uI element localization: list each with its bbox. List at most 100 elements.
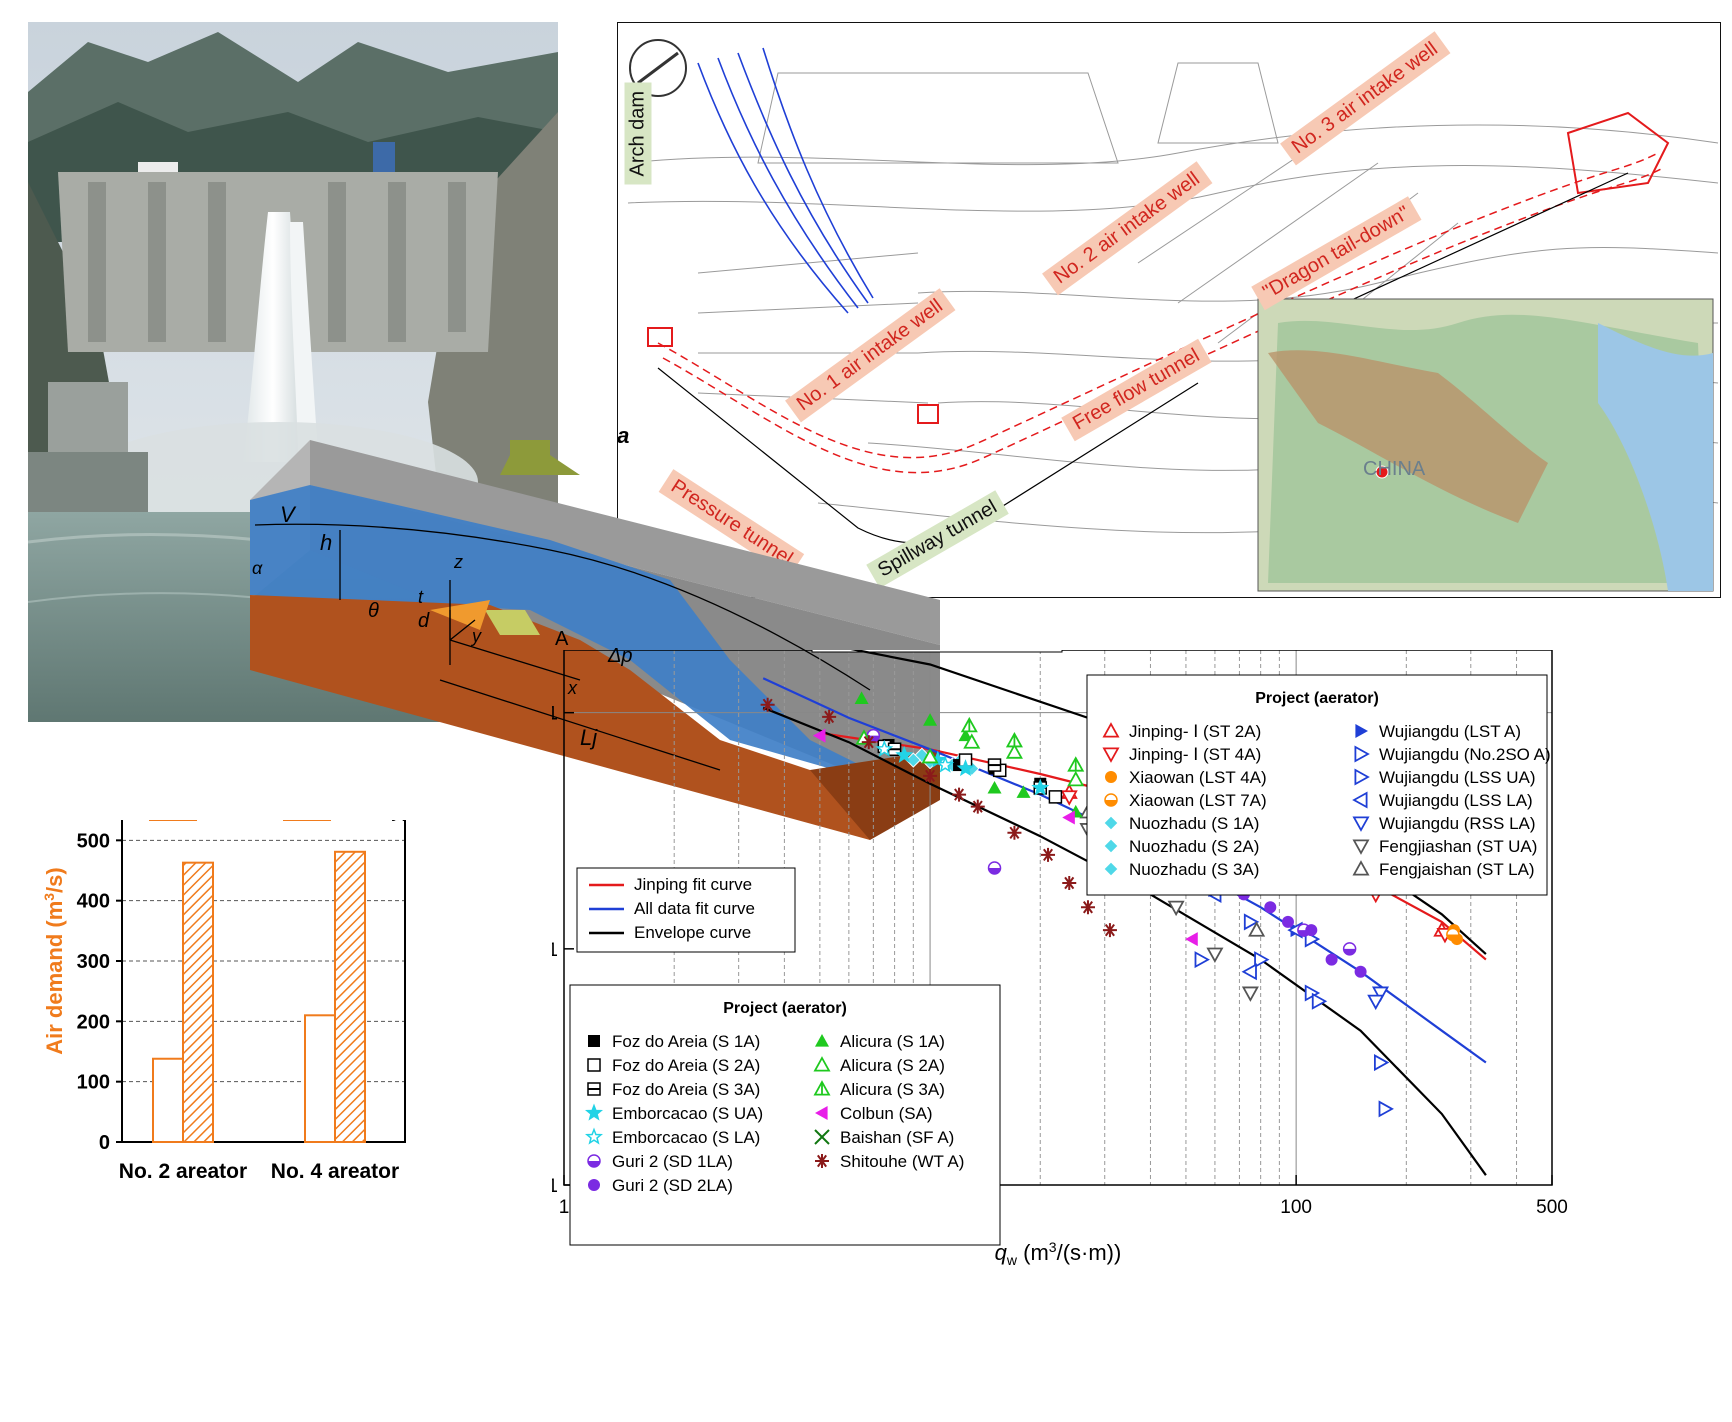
curves-legend-label: All data fit curve — [634, 899, 755, 918]
legend-entry: Wujiangdu (LST A) — [1379, 722, 1521, 741]
legend-entry: Foz do Areia (S 1A) — [612, 1032, 760, 1051]
data-point — [1062, 810, 1075, 825]
legend-entry: Xiaowan (LST 7A) — [1129, 791, 1267, 810]
data-point — [1005, 731, 1023, 748]
data-point — [1305, 924, 1318, 937]
scatter-ytick-label: 0.1 — [552, 940, 558, 961]
scatter-xlabel: qw (m3/(s·m)) — [995, 1239, 1122, 1268]
xlabel-sup: 3 — [1049, 1239, 1057, 1255]
data-point — [587, 1082, 601, 1096]
legend-entry: Emborcacao (S LA) — [612, 1128, 760, 1147]
depth-label: h — [320, 530, 333, 555]
data-point — [861, 735, 876, 750]
data-point — [1281, 915, 1294, 928]
legend-entry: Alicura (S 3A) — [840, 1080, 945, 1099]
legend-entry: Foz do Areia (S 3A) — [612, 1080, 760, 1099]
bar-ytick-label: 400 — [77, 891, 110, 913]
bar-ytick-label: 500 — [77, 830, 110, 852]
legend-entry: Guri 2 (SD 1LA) — [612, 1152, 733, 1171]
data-point — [960, 716, 978, 733]
bar-model — [304, 1014, 336, 1143]
d-label: d — [418, 610, 430, 632]
legend-entry: Wujiangdu (RSS LA) — [1379, 814, 1536, 833]
data-point — [760, 697, 775, 712]
data-point — [588, 1035, 600, 1047]
legend-entry: Jinping- Ⅰ (ST 2A) — [1129, 722, 1261, 741]
data-point — [1067, 756, 1085, 772]
bar-chart-svg: 0100200300400500600No. 2 areatorNo. 4 ar… — [41, 770, 424, 1183]
data-point — [588, 1179, 600, 1191]
ylabel-sup: 3 — [41, 893, 57, 901]
data-point — [1062, 876, 1077, 891]
arch-dam-label: Arch dam — [624, 82, 652, 185]
data-point — [815, 1154, 829, 1168]
data-point — [1264, 901, 1277, 914]
data-point — [987, 758, 1002, 772]
legend-entry: Xiaowan (LST 4A) — [1129, 768, 1267, 787]
bar-ytick-label: 100 — [77, 1072, 110, 1094]
data-point — [1048, 790, 1063, 804]
legend-entry: Jinping- Ⅰ (ST 4A) — [1129, 745, 1261, 764]
china-label: CHINA — [1363, 458, 1426, 480]
curves-legend-label: Jinping fit curve — [634, 875, 752, 894]
legend-entry: Wujiangdu (LSS UA) — [1379, 768, 1536, 787]
velocity-label: V — [280, 502, 295, 527]
legend-prototype-label: Prototype — [338, 820, 424, 822]
legend-entry: Nuozhadu (S 2A) — [1129, 837, 1259, 856]
bar-ytick-label: 200 — [77, 1011, 110, 1033]
legend-entry: Fengjiashan (ST UA) — [1379, 837, 1537, 856]
legend-entry: Fengjaishan (ST LA) — [1379, 860, 1535, 879]
scatter-ytick-label: 0.01 — [552, 1176, 558, 1197]
theta-label: θ — [368, 600, 379, 622]
legend-entry: Nuozhadu (S 1A) — [1129, 814, 1259, 833]
data-point — [987, 780, 1002, 794]
bar-category-label: No. 4 areator — [271, 1160, 399, 1183]
data-point — [1102, 923, 1117, 938]
bar-plot: 0100200300400500600No. 2 areatorNo. 4 ar… — [41, 770, 424, 1183]
legend-entry: Colbun (SA) — [840, 1104, 933, 1123]
data-point — [1354, 965, 1367, 978]
data-point — [1206, 947, 1224, 963]
data-point — [923, 713, 938, 726]
scatter-xtick-label: 1 — [559, 1197, 570, 1218]
area-label: A — [555, 628, 569, 650]
data-point — [970, 799, 985, 814]
bar-category-label: No. 2 areator — [119, 1160, 247, 1183]
legend-entry: Wujiangdu (LSS LA) — [1379, 791, 1533, 810]
legend-title: Project (aerator) — [1255, 690, 1379, 707]
legend-entry: Alicura (S 1A) — [840, 1032, 945, 1051]
data-point — [923, 768, 938, 783]
bar-model — [152, 1057, 184, 1144]
legend-entry: Alicura (S 2A) — [840, 1056, 945, 1075]
y-axis-label: y — [472, 626, 481, 646]
data-point — [1194, 951, 1210, 969]
scatter-xtick-label: 500 — [1536, 1197, 1568, 1218]
data-point — [1067, 770, 1085, 787]
data-point — [1241, 986, 1259, 1002]
data-point — [1378, 1100, 1394, 1118]
data-point — [1105, 771, 1117, 783]
xlabel-rest: /(s·m)) — [1057, 1240, 1122, 1265]
data-point — [1241, 963, 1257, 981]
data-point — [987, 861, 1002, 875]
scatter-xtick-label: 100 — [1280, 1197, 1312, 1218]
bar-ytick-label: 300 — [77, 951, 110, 973]
curves-legend: Jinping fit curve All data fit curve Envel… — [576, 867, 796, 953]
legend-entry: Guri 2 (SD 2LA) — [612, 1176, 733, 1195]
data-point — [1080, 900, 1095, 915]
z-axis-label: z — [454, 552, 463, 572]
data-point — [1007, 825, 1022, 840]
scatter-ytick-label: 1 — [552, 704, 558, 725]
data-point — [1325, 953, 1338, 966]
bar-prototype — [334, 850, 366, 1144]
bar-prototype — [182, 861, 214, 1143]
xlabel-rest: (m — [1017, 1240, 1049, 1265]
data-point — [1016, 785, 1031, 798]
legend-entry: Shitouhe (WT A) — [840, 1152, 964, 1171]
bar-ytick-label: 0 — [99, 1132, 110, 1154]
scatter-plot: 1101005000.010.11qw (m3/(s·m))βFormula :… — [508, 607, 1568, 1268]
alpha-label: α — [252, 558, 263, 578]
legend-model-label: Model — [204, 820, 258, 822]
legend-entry: Emborcacao (S UA) — [612, 1104, 763, 1123]
legend-box: Project (aerator) Foz do Areia (S 1A) Foz … — [569, 984, 1001, 1246]
